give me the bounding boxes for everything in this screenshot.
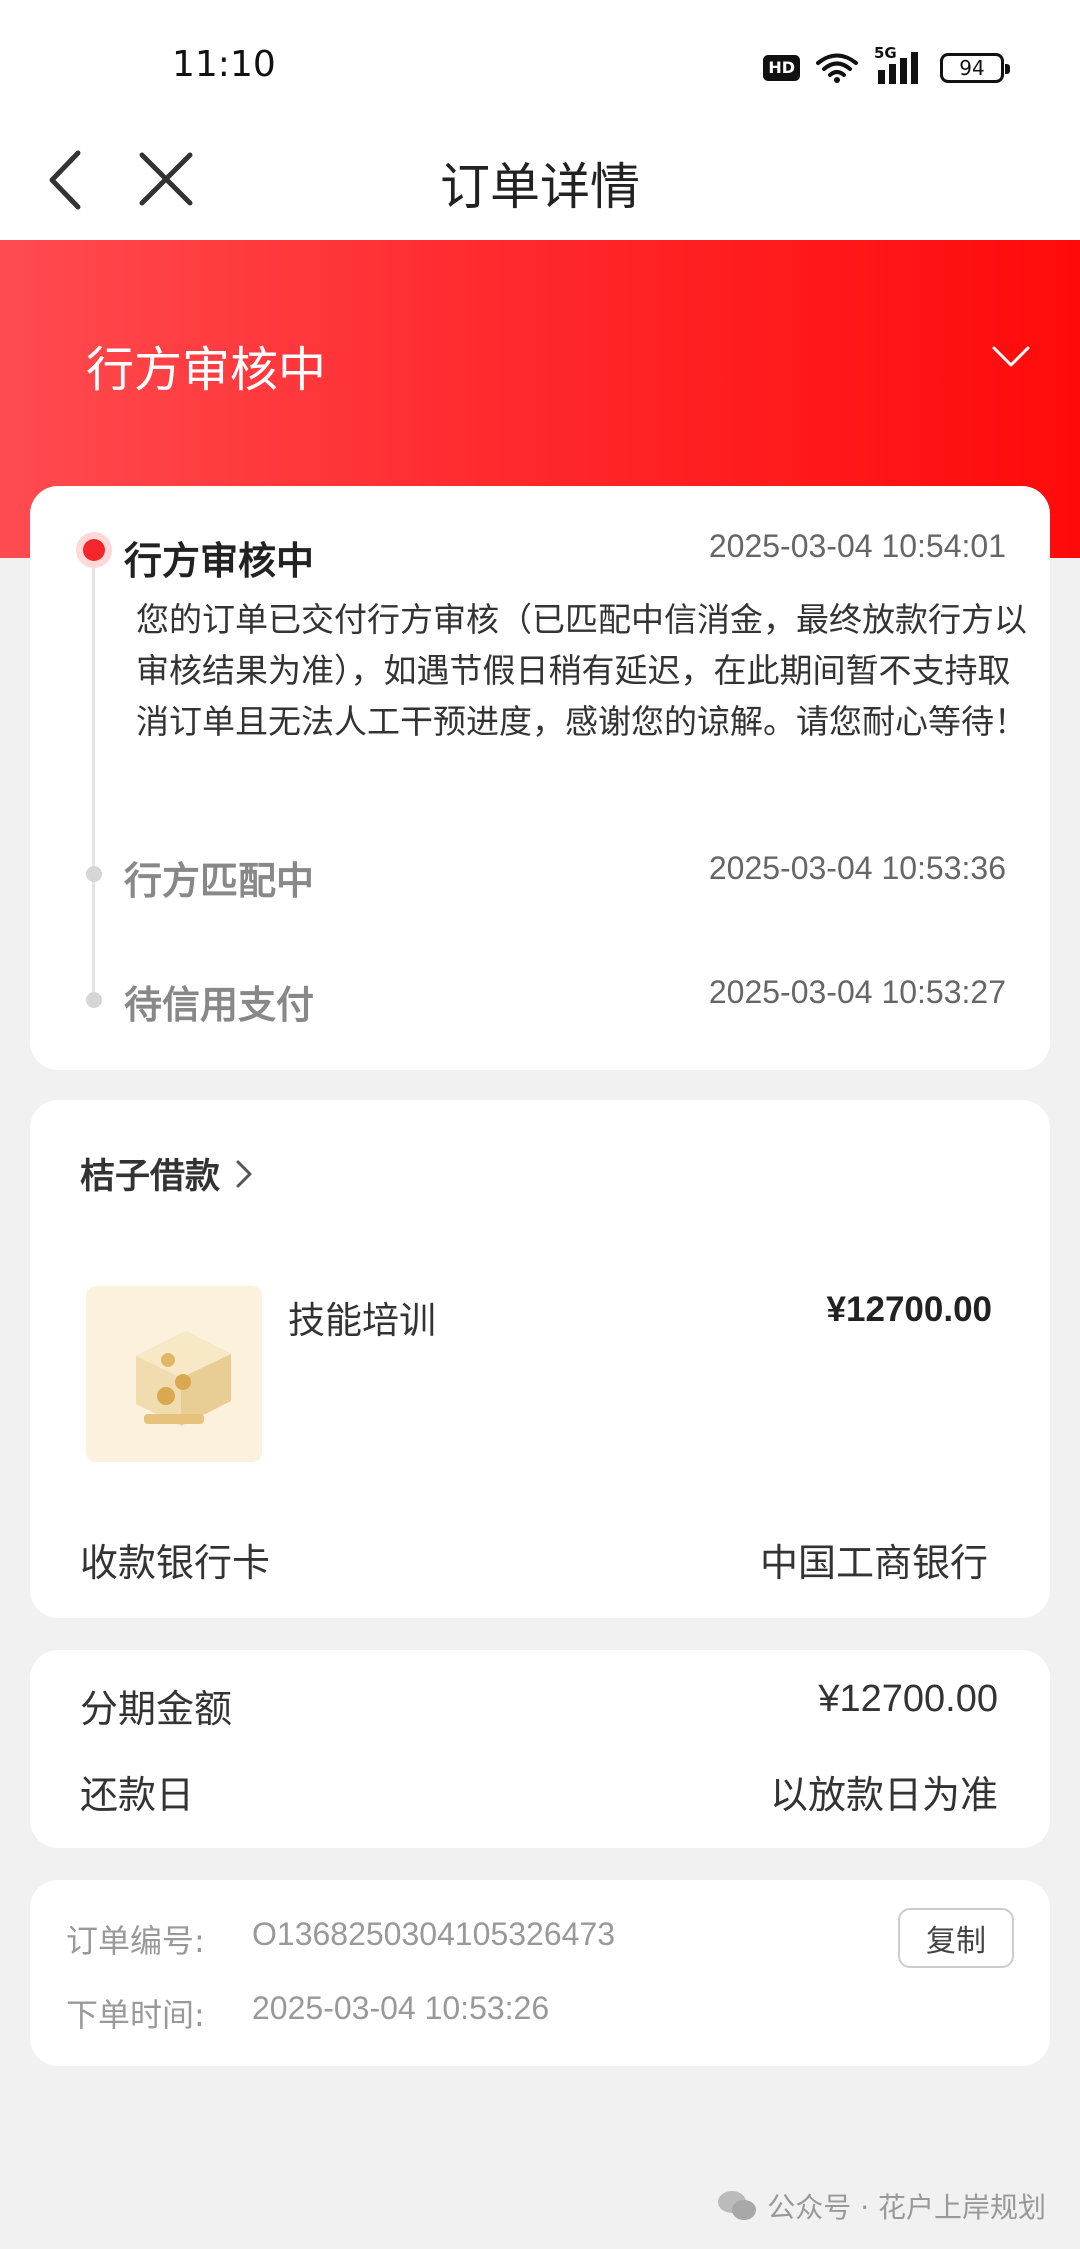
repayment-date-label: 还款日 [80,1773,195,1817]
timeline-dot [86,992,102,1008]
merchant-name: 桔子借款 [80,1157,221,1197]
wechat-icon [718,2191,757,2220]
installment-amount-label: 分期金额 [80,1687,233,1731]
timeline-line [92,552,95,992]
product-thumbnail [86,1286,262,1462]
progress-timeline-card: 行方审核中 2025-03-04 10:54:01 您的订单已交付行方审核（已匹… [30,486,1050,1070]
watermark: 公众号 · 花户上岸规划 [717,2186,1046,2226]
timeline-step-title: 行方审核中 [124,539,315,583]
timeline-step-title: 待信用支付 [124,983,315,1027]
status-bar: 11:10 HD 5G 94 [0,0,1080,125]
page-title: 订单详情 [440,158,640,216]
timeline-dot [86,866,102,882]
order-time-label: 下单时间: [66,1996,205,2034]
wifi-icon [816,53,858,83]
hd-icon: HD [763,55,800,81]
product-name: 技能培训 [288,1299,436,1342]
chevron-down-icon[interactable] [986,332,1036,382]
product-price: ¥12700.00 [826,1290,992,1329]
status-time: 11:10 [172,44,276,85]
order-info-card: 订单编号: O136825030410532647​3 复制 下单时间: 202… [30,1880,1050,2066]
timeline-step-time: 2025-03-04 10:54:01 [708,528,1006,564]
order-time-value: 2025-03-04 10:53:26 [252,1990,550,2026]
timeline-step-time: 2025-03-04 10:53:27 [708,974,1006,1010]
status-icons: HD 5G 94 [763,44,1010,86]
repayment-date-value: 以放款日为准 [769,1773,998,1817]
order-number-value: O136825030410532647​3 [252,1916,616,1952]
copy-button[interactable]: 复制 [898,1908,1014,1968]
signal-icon: 5G [874,44,924,86]
timeline-step-description: 您的订单已交付行方审核（已匹配中信消金，最终放款行方以审核结果为准），如遇节假日… [136,600,1027,741]
product-card: 桔子借款 技能培训 ¥12700.00 收款银行卡 中国工商银行 [30,1100,1050,1618]
timeline-dot-active [76,532,112,568]
timeline-step-title: 行方匹配中 [124,859,315,903]
bank-card-label: 收款银行卡 [80,1541,271,1585]
navigation-bar: 订单详情 [0,125,1080,240]
order-number-label: 订单编号: [66,1922,205,1960]
chevron-right-icon [236,1160,252,1187]
bank-card-value: 中国工商银行 [759,1541,988,1585]
header-status-text: 行方审核中 [86,342,327,398]
installment-amount-value: ¥12700.00 [818,1678,998,1720]
timeline-step-time: 2025-03-04 10:53:36 [708,850,1006,886]
installment-card: 分期金额 ¥12700.00 还款日 以放款日为准 [30,1650,1050,1848]
watermark-text: 公众号 · 花户上岸规划 [767,2191,1046,2224]
merchant-link[interactable]: 桔子借款 [80,1148,258,1199]
battery-icon: 94 [940,53,1010,83]
